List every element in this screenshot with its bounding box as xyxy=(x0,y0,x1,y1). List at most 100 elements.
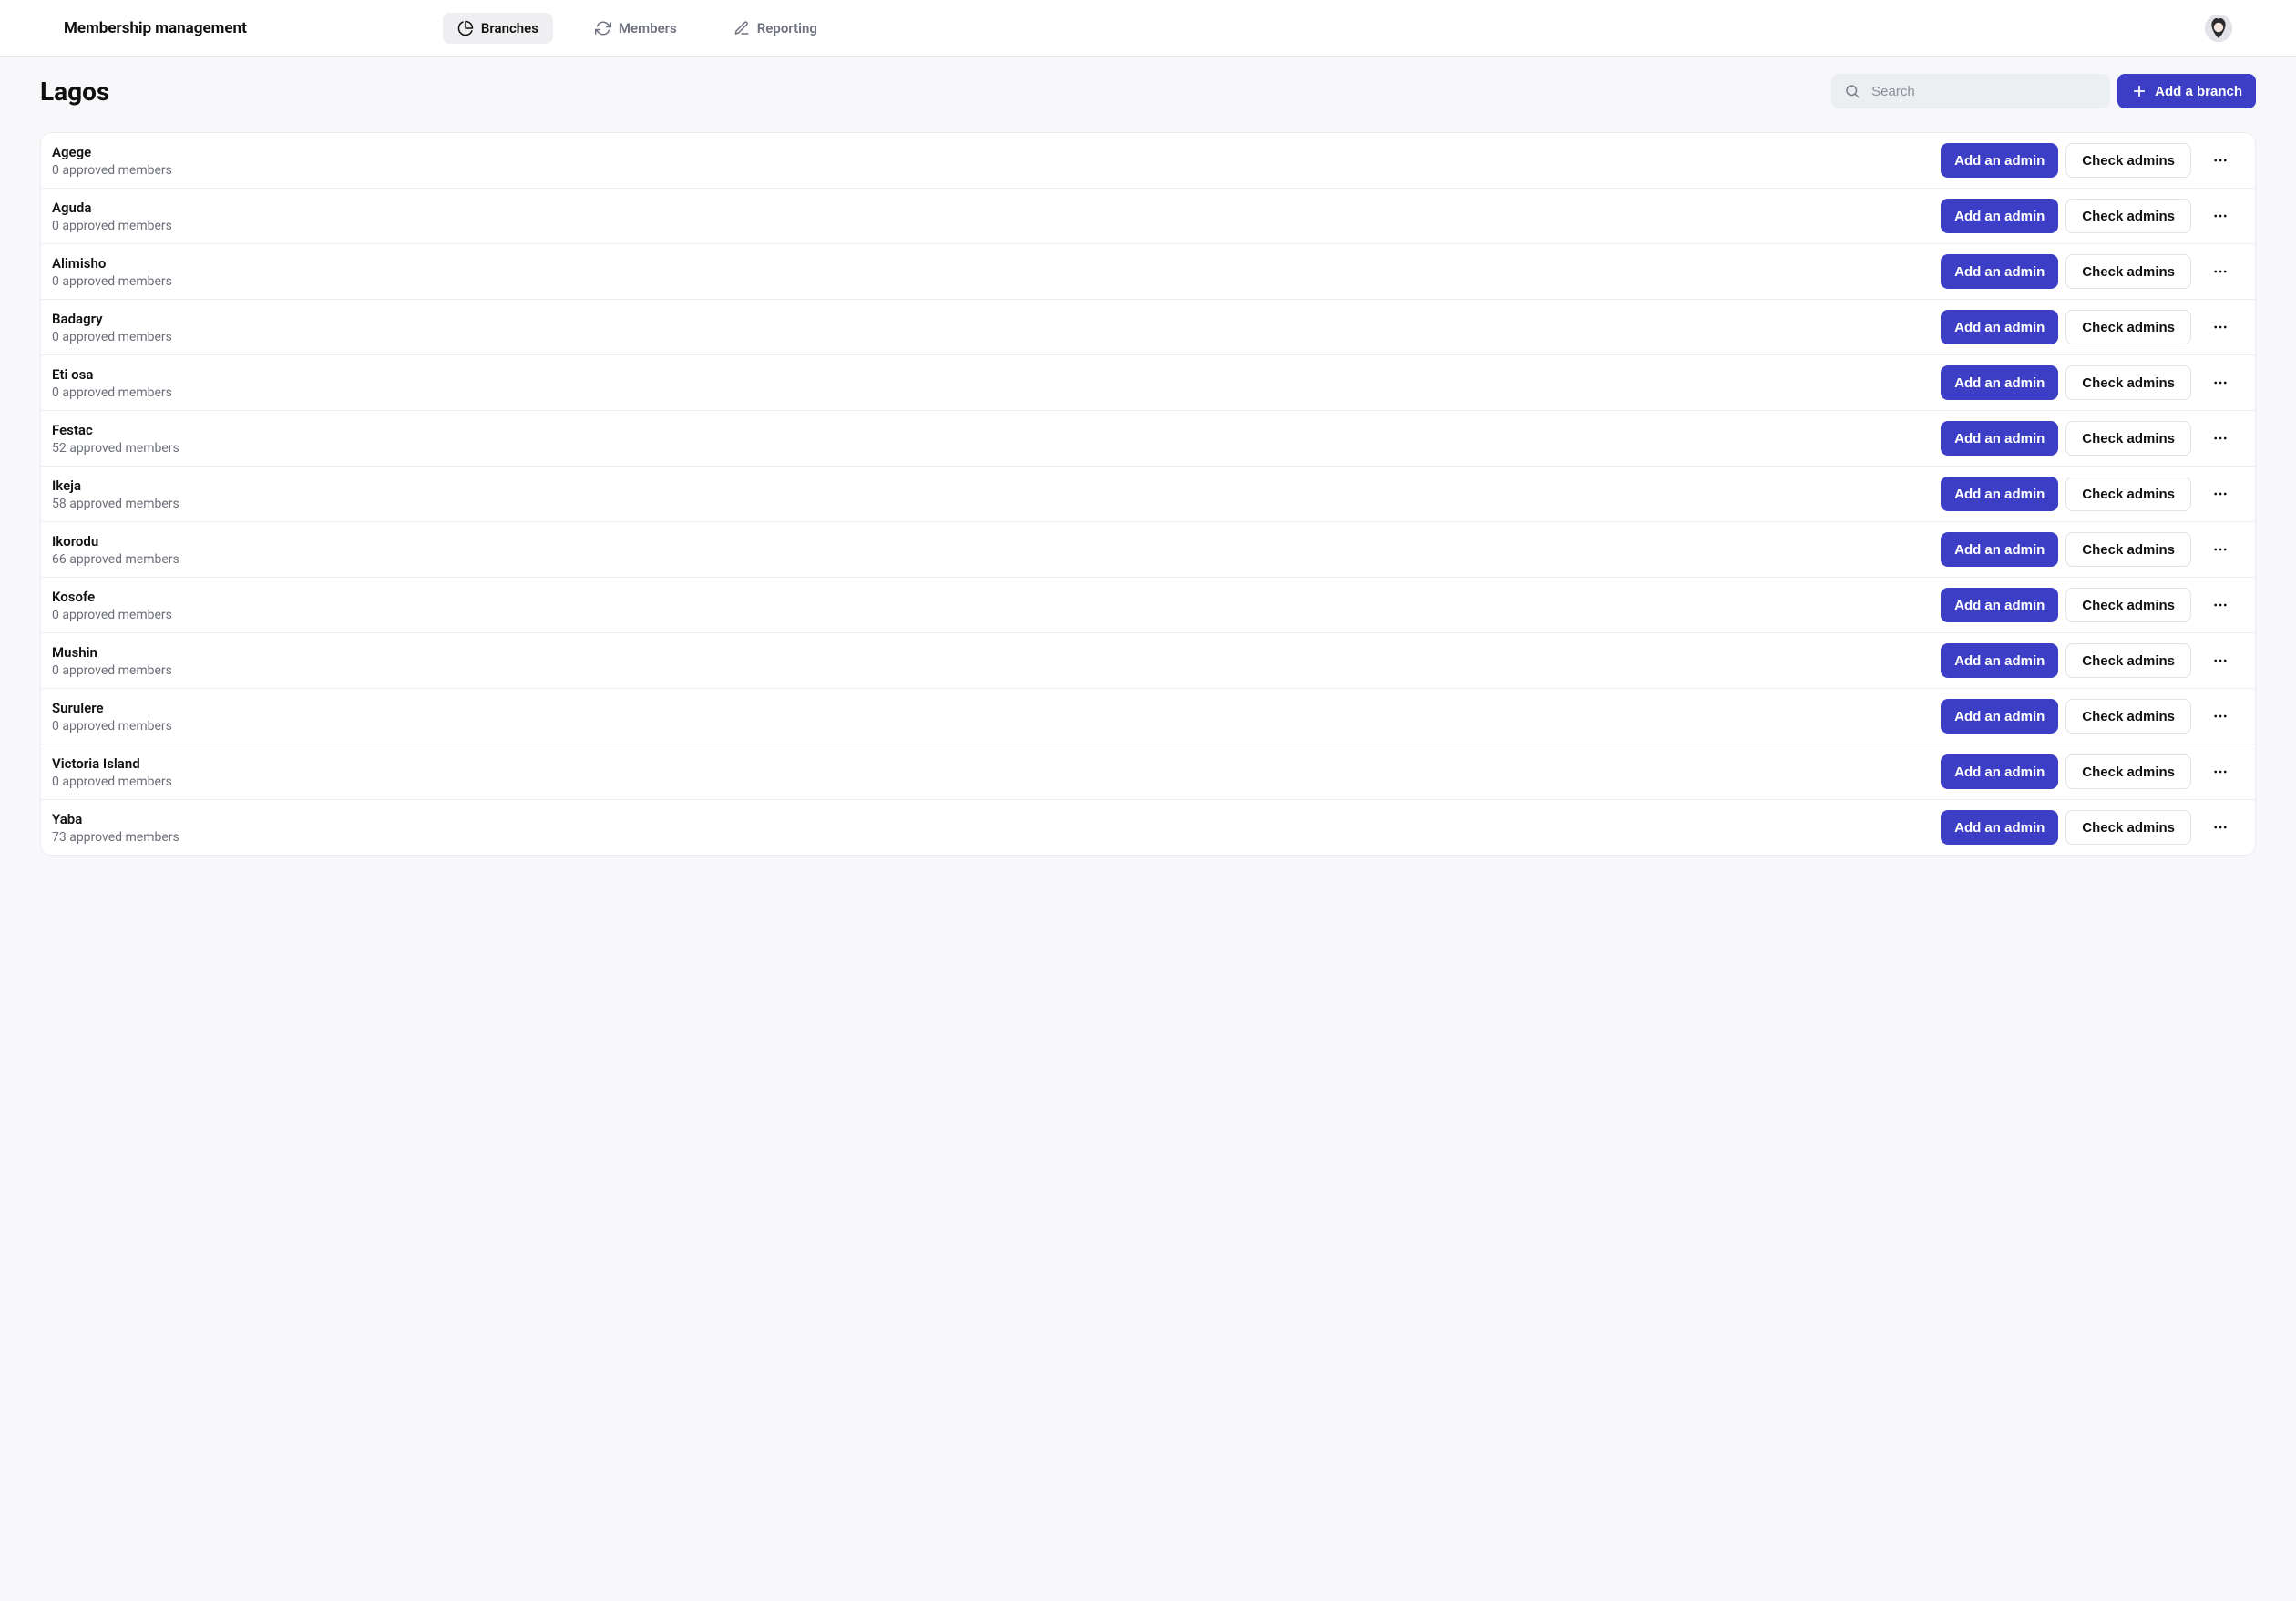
branch-row: Alimisho0 approved members Add an adminCh… xyxy=(41,243,2255,299)
more-horizontal-icon xyxy=(2212,375,2229,391)
add-admin-button[interactable]: Add an admin xyxy=(1941,643,2058,678)
check-admins-button[interactable]: Check admins xyxy=(2065,310,2191,344)
pie-chart-icon xyxy=(457,20,474,36)
more-horizontal-icon xyxy=(2212,597,2229,613)
add-admin-button[interactable]: Add an admin xyxy=(1941,810,2058,845)
search-icon xyxy=(1844,83,1860,99)
branch-row: Surulere0 approved membersAdd an adminCh… xyxy=(41,688,2255,744)
more-actions-button[interactable] xyxy=(2206,646,2235,675)
branch-row: Kosofe 0 approved members Add an adminChec… xyxy=(41,577,2255,632)
check-admins-button[interactable]: Check admins xyxy=(2065,643,2191,678)
check-admins-button[interactable]: Check admins xyxy=(2065,699,2191,734)
more-actions-button[interactable] xyxy=(2206,201,2235,231)
branch-subtext: 73 approved members xyxy=(52,830,179,845)
branch-name: Agege xyxy=(52,144,172,160)
more-actions-button[interactable] xyxy=(2206,590,2235,620)
branch-name: Ikeja xyxy=(52,477,179,494)
add-admin-button[interactable]: Add an admin xyxy=(1941,421,2058,456)
branch-row: Badagry0 approved members Add an adminChe… xyxy=(41,299,2255,354)
branch-name: Kosofe xyxy=(52,589,172,605)
branch-row: Yaba 73 approved members Add an adminCheck… xyxy=(41,799,2255,855)
branch-subtext: 0 approved members xyxy=(52,163,172,178)
add-admin-button[interactable]: Add an admin xyxy=(1941,588,2058,622)
more-actions-button[interactable] xyxy=(2206,368,2235,397)
more-actions-button[interactable] xyxy=(2206,257,2235,286)
nav-branches[interactable]: Branches xyxy=(443,13,553,44)
row-actions: Add an adminCheck admins xyxy=(1941,532,2235,567)
branch-row: Agege 0 approved members Add an adminCheck… xyxy=(41,133,2255,188)
row-actions: Add an adminCheck admins xyxy=(1941,143,2235,178)
row-actions: Add an adminCheck admins xyxy=(1941,199,2235,233)
row-actions: Add an adminCheck admins xyxy=(1941,254,2235,289)
more-horizontal-icon xyxy=(2212,652,2229,669)
branch-info: Kosofe 0 approved members xyxy=(52,589,172,622)
branch-name: Surulere xyxy=(52,700,172,716)
branch-info: Badagry0 approved members xyxy=(52,311,172,344)
add-admin-button[interactable]: Add an admin xyxy=(1941,199,2058,233)
more-actions-button[interactable] xyxy=(2206,813,2235,842)
search-box[interactable] xyxy=(1831,74,2110,108)
add-admin-button[interactable]: Add an admin xyxy=(1941,532,2058,567)
topbar: Membership management Branches Members xyxy=(0,0,2296,57)
more-horizontal-icon xyxy=(2212,208,2229,224)
more-actions-button[interactable] xyxy=(2206,479,2235,508)
branch-row: Eti osa0 approved members Add an adminChe… xyxy=(41,354,2255,410)
branch-info: Victoria Island 0 approved members xyxy=(52,755,172,789)
branch-subtext: 0 approved members xyxy=(52,775,172,789)
more-horizontal-icon xyxy=(2212,708,2229,724)
branch-info: Festac52 approved members xyxy=(52,422,179,456)
branch-name: Victoria Island xyxy=(52,755,172,772)
more-actions-button[interactable] xyxy=(2206,757,2235,786)
branch-info: Ikorodu 66 approved members xyxy=(52,533,179,567)
add-admin-button[interactable]: Add an admin xyxy=(1941,365,2058,400)
check-admins-button[interactable]: Check admins xyxy=(2065,477,2191,511)
branch-subtext: 66 approved members xyxy=(52,552,179,567)
add-admin-button[interactable]: Add an admin xyxy=(1941,254,2058,289)
branch-info: Eti osa0 approved members xyxy=(52,366,172,400)
avatar[interactable] xyxy=(2205,15,2232,42)
check-admins-button[interactable]: Check admins xyxy=(2065,810,2191,845)
search-input[interactable] xyxy=(1871,84,2097,99)
more-actions-button[interactable] xyxy=(2206,535,2235,564)
check-admins-button[interactable]: Check admins xyxy=(2065,143,2191,178)
nav-members[interactable]: Members xyxy=(580,13,692,44)
check-admins-button[interactable]: Check admins xyxy=(2065,199,2191,233)
add-admin-button[interactable]: Add an admin xyxy=(1941,477,2058,511)
more-actions-button[interactable] xyxy=(2206,424,2235,453)
row-actions: Add an adminCheck admins xyxy=(1941,699,2235,734)
add-admin-button[interactable]: Add an admin xyxy=(1941,310,2058,344)
add-admin-button[interactable]: Add an admin xyxy=(1941,143,2058,178)
branch-info: Alimisho0 approved members xyxy=(52,255,172,289)
check-admins-button[interactable]: Check admins xyxy=(2065,588,2191,622)
more-horizontal-icon xyxy=(2212,486,2229,502)
more-actions-button[interactable] xyxy=(2206,702,2235,731)
row-actions: Add an adminCheck admins xyxy=(1941,810,2235,845)
more-horizontal-icon xyxy=(2212,764,2229,780)
more-horizontal-icon xyxy=(2212,541,2229,558)
branch-row: Festac52 approved members Add an adminChe… xyxy=(41,410,2255,466)
branch-info: Mushin 0 approved members xyxy=(52,644,172,678)
header-actions: Add a branch xyxy=(1831,74,2256,108)
more-actions-button[interactable] xyxy=(2206,146,2235,175)
row-actions: Add an adminCheck admins xyxy=(1941,365,2235,400)
add-branch-button[interactable]: Add a branch xyxy=(2117,74,2256,108)
branch-name: Mushin xyxy=(52,644,172,661)
more-horizontal-icon xyxy=(2212,263,2229,280)
branch-info: Aguda0 approved members xyxy=(52,200,172,233)
add-admin-button[interactable]: Add an admin xyxy=(1941,699,2058,734)
branch-row: Ikeja58 approved membersAdd an adminChec… xyxy=(41,466,2255,521)
nav-reporting[interactable]: Reporting xyxy=(719,13,832,44)
branch-row: Aguda0 approved members Add an adminCheck… xyxy=(41,188,2255,243)
check-admins-button[interactable]: Check admins xyxy=(2065,365,2191,400)
branch-list: Agege0 approved membersAdd an adminCheck… xyxy=(40,132,2256,856)
check-admins-button[interactable]: Check admins xyxy=(2065,254,2191,289)
branch-subtext: 0 approved members xyxy=(52,608,172,622)
add-admin-button[interactable]: Add an admin xyxy=(1941,754,2058,789)
more-actions-button[interactable] xyxy=(2206,313,2235,342)
check-admins-button[interactable]: Check admins xyxy=(2065,421,2191,456)
check-admins-button[interactable]: Check admins xyxy=(2065,532,2191,567)
branch-subtext: 0 approved members xyxy=(52,663,172,678)
branch-name: Ikorodu xyxy=(52,533,179,549)
check-admins-button[interactable]: Check admins xyxy=(2065,754,2191,789)
branch-name: Yaba xyxy=(52,811,179,827)
